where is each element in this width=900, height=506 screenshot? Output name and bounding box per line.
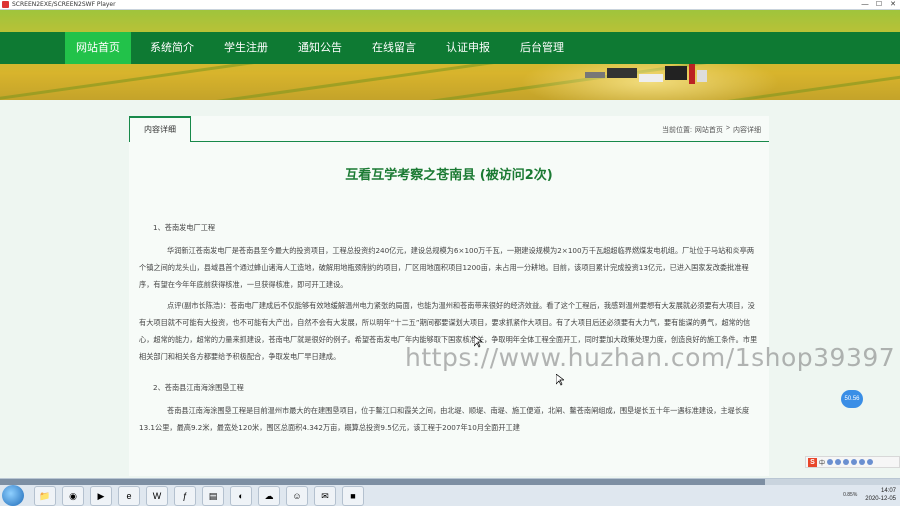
article-paragraph: 华润新江苍南发电厂是苍南县至今最大的投资项目，工程总投资约240亿元，建设总规模… (139, 246, 755, 289)
window-titlebar: SCREEN2EXE/SCREEN2SWF Player — ☐ ✕ (0, 0, 900, 10)
breadcrumb-prefix: 当前位置: (661, 127, 692, 134)
nav-item-about[interactable]: 系统简介 (139, 32, 205, 64)
breadcrumb-current: 内容详细 (733, 127, 761, 134)
start-button[interactable] (2, 485, 24, 506)
nav-item-register[interactable]: 学生注册 (213, 32, 279, 64)
taskbar-wechat-icon[interactable]: ✉ (314, 486, 336, 506)
nav-item-messages[interactable]: 在线留言 (361, 32, 427, 64)
playback-progress-fill (0, 479, 765, 485)
taskbar-chrome-icon[interactable]: ◉ (62, 486, 84, 506)
ime-punctuation-icon[interactable] (827, 459, 834, 465)
section-heading: 1、苍南发电厂工程 (153, 223, 216, 232)
content-tabbar: 内容详细 当前位置: 网站首页 > 内容详细 (129, 116, 769, 142)
taskbar-folder2-icon[interactable]: ▤ (202, 486, 224, 506)
header-banner: 网站首页 系统简介 学生注册 通知公告 在线留言 认证申报 后台管理 (0, 10, 900, 100)
breadcrumb-home-link[interactable]: 网站首页 (695, 125, 723, 135)
playback-progress-bar[interactable] (0, 479, 900, 485)
system-clock[interactable]: 14:07 2020-12-05 (865, 487, 896, 503)
taskbar-green-app-icon[interactable]: ■ (342, 486, 364, 506)
window-controls: — ☐ ✕ (858, 0, 900, 10)
taskbar-ie-icon[interactable]: e (118, 486, 140, 506)
floating-speed-badge[interactable]: 50.56 (841, 390, 863, 408)
taskbar-qq-icon[interactable]: ◐ (230, 486, 252, 506)
clock-time: 14:07 (880, 488, 896, 494)
close-button[interactable]: ✕ (886, 0, 900, 10)
breadcrumb-separator: > (725, 125, 730, 132)
ime-tools-icon[interactable] (867, 459, 874, 465)
article-body: 1、苍南发电厂工程 华润新江苍南发电厂是苍南县至今最大的投资项目，工程总投资约2… (139, 219, 759, 436)
nav-item-notices[interactable]: 通知公告 (287, 32, 353, 64)
system-tray: 0.85% 14:07 2020-12-05 (843, 487, 896, 503)
ime-keyboard-icon[interactable] (851, 459, 858, 465)
harvester-image (585, 64, 707, 84)
minimize-button[interactable]: — (858, 0, 872, 10)
article-title: 互看互学考察之苍南县 (被访问2次) (345, 168, 553, 183)
ime-emoji-icon[interactable] (835, 459, 842, 465)
nav-item-home[interactable]: 网站首页 (65, 32, 131, 64)
taskbar-word-icon[interactable]: W (146, 486, 168, 506)
ime-toolbar: S 中 (805, 456, 900, 468)
content-card: 内容详细 当前位置: 网站首页 > 内容详细 互看互学考察之苍南县 (被访问2次… (129, 116, 769, 476)
window-title: SCREEN2EXE/SCREEN2SWF Player (12, 1, 116, 8)
cursor-icon (556, 374, 564, 386)
article-paragraph: 苍南县江南海涂围垦工程是目前温州市最大的在建围垦项目，位于鳌江口和霞关之间，由北… (139, 406, 750, 432)
app-icon (2, 1, 9, 8)
clock-date: 2020-12-05 (865, 496, 896, 502)
taskbar-cloud-icon[interactable]: ☁ (258, 486, 280, 506)
sogou-logo-icon[interactable]: S (808, 457, 817, 467)
taskbar-avatar-icon[interactable]: ☺ (286, 486, 308, 506)
taskbar-folder-icon[interactable]: 📁 (34, 486, 56, 506)
taskbar-media-icon[interactable]: ▶ (90, 486, 112, 506)
ime-skin-icon[interactable] (859, 459, 866, 465)
section-heading: 2、苍南县江南海涂围垦工程 (153, 383, 244, 392)
breadcrumb: 当前位置: 网站首页 > 内容详细 (662, 125, 761, 135)
taskbar-apps: 📁 ◉ ▶ e W ƒ ▤ ◐ ☁ ☺ ✉ ■ (34, 486, 364, 506)
taskbar-flash-icon[interactable]: ƒ (174, 486, 196, 506)
nav-item-certification[interactable]: 认证申报 (435, 32, 501, 64)
nav-item-admin[interactable]: 后台管理 (509, 32, 575, 64)
cursor-icon (474, 336, 482, 348)
taskbar: 📁 ◉ ▶ e W ƒ ▤ ◐ ☁ ☺ ✉ ■ 0.85% 14:07 2020… (0, 478, 900, 506)
maximize-button[interactable]: ☐ (872, 0, 886, 10)
ime-voice-icon[interactable] (843, 459, 850, 465)
tab-content-detail[interactable]: 内容详细 (129, 116, 191, 142)
zoom-level: 0.85% (843, 492, 858, 498)
ime-mode-label[interactable]: 中 (819, 458, 825, 467)
main-nav: 网站首页 系统简介 学生注册 通知公告 在线留言 认证申报 后台管理 (0, 32, 900, 64)
